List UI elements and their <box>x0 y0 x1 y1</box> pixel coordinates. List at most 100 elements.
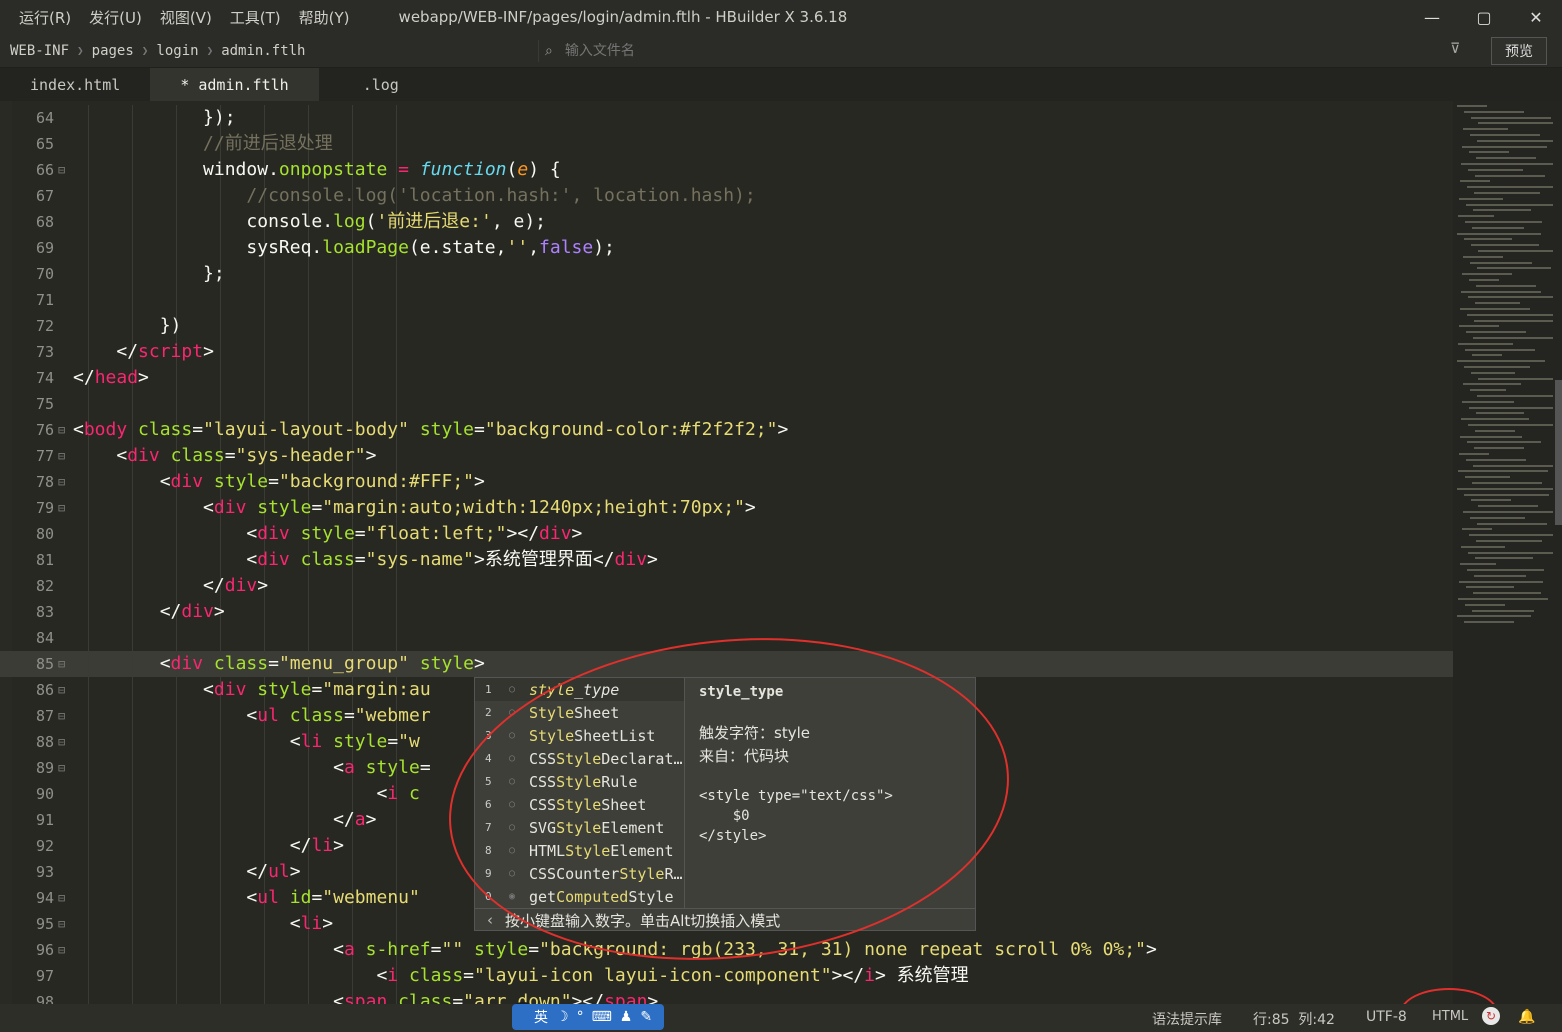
minimap-line <box>1476 284 1536 287</box>
indent-guide <box>352 391 353 417</box>
cursor-position[interactable]: 行:85 列:42 <box>1253 1009 1335 1029</box>
line-number: 73 <box>35 343 54 361</box>
code-line[interactable]: 66 ⊟ window.onpopstate = function(e) { <box>0 157 1453 183</box>
line-number: 98 <box>35 993 54 1004</box>
fold-toggle-icon[interactable]: ⊟ <box>58 157 65 183</box>
breadcrumb-item[interactable]: admin.ftlh <box>221 43 305 59</box>
code-line[interactable]: 83 </div> <box>0 599 1453 625</box>
minimize-button[interactable]: — <box>1406 0 1458 34</box>
fold-toggle-icon[interactable]: ⊟ <box>58 495 65 521</box>
tab-admin-ftlh[interactable]: * admin.ftlh <box>150 68 319 101</box>
breadcrumb-item[interactable]: WEB-INF <box>10 43 69 59</box>
close-button[interactable]: ✕ <box>1510 0 1562 34</box>
indent-guide <box>396 573 397 599</box>
code-line[interactable]: 67 //console.log('location.hash:', locat… <box>0 183 1453 209</box>
menu-publish[interactable]: 发行(U) <box>80 7 151 28</box>
code-line[interactable]: 77 ⊟ <div class="sys-header"> <box>0 443 1453 469</box>
sync-icon[interactable]: ↻ <box>1482 1007 1500 1025</box>
code-line[interactable]: 98 <span class="arr_down"></span> <box>0 989 1453 1004</box>
maximize-button[interactable]: ▢ <box>1458 0 1510 34</box>
code-line[interactable]: 70 }; <box>0 261 1453 287</box>
tab-log[interactable]: .log <box>319 68 429 101</box>
minimap[interactable] <box>1453 101 1562 1004</box>
line-number: 75 <box>35 395 54 413</box>
menu-view[interactable]: 视图(V) <box>151 7 221 28</box>
fold-toggle-icon[interactable]: ⊟ <box>58 937 65 963</box>
code-line[interactable]: 64 }); <box>0 105 1453 131</box>
code-text: <i c <box>376 783 420 804</box>
code-text: </div> <box>159 601 225 622</box>
code-line[interactable]: 76 ⊟ <body class="layui-layout-body" style… <box>0 417 1453 443</box>
code-line[interactable]: 74 </head> <box>0 365 1453 391</box>
indent-guide <box>352 833 353 859</box>
code-text: </script> <box>116 341 214 362</box>
indent-guide <box>352 911 353 937</box>
code-line[interactable]: 73 </script> <box>0 339 1453 365</box>
title-bar: 运行(R) 发行(U) 视图(V) 工具(T) 帮助(Y) webapp/WEB… <box>0 0 1562 34</box>
indent-guide <box>308 391 309 417</box>
code-line[interactable]: 82 </div> <box>0 573 1453 599</box>
file-search-input[interactable] <box>564 43 965 59</box>
preview-button[interactable]: 预览 <box>1491 37 1547 65</box>
indent-guide <box>308 261 309 287</box>
language-mode[interactable]: HTML <box>1432 1009 1468 1024</box>
minimap-line <box>1460 563 1496 566</box>
code-line[interactable]: 79 ⊟ <div style="margin:auto;width:1240px… <box>0 495 1453 521</box>
code-line[interactable]: 71 <box>0 287 1453 313</box>
code-text: <div style="margin:auto;width:1240px;hei… <box>203 497 756 518</box>
menu-help[interactable]: 帮助(Y) <box>290 7 359 28</box>
minimap-line <box>1474 447 1524 450</box>
code-line[interactable]: 78 ⊟ <div style="background:#FFF;"> <box>0 469 1453 495</box>
encoding-indicator[interactable]: UTF-8 <box>1366 1009 1407 1025</box>
code-line[interactable]: 69 sysReq.loadPage(e.state,'',false); <box>0 235 1453 261</box>
fold-toggle-icon[interactable]: ⊟ <box>58 651 65 677</box>
code-line[interactable]: 80 <div style="float:left;"></div> <box>0 521 1453 547</box>
breadcrumb-item[interactable]: pages <box>92 43 134 59</box>
line-number: 83 <box>35 603 54 621</box>
minimap-line <box>1474 192 1540 194</box>
chevron-left-icon[interactable]: ‹ <box>475 911 505 929</box>
fold-toggle-icon[interactable]: ⊟ <box>58 911 65 937</box>
fold-toggle-icon[interactable]: ⊟ <box>58 443 65 469</box>
fold-toggle-icon[interactable]: ⊟ <box>58 755 65 781</box>
indent-guide <box>220 287 221 313</box>
status-bar: 语法提示库 行:85 列:42 UTF-8 HTML ↻ 🔔 <box>0 1004 1562 1032</box>
code-line[interactable]: 68 console.log('前进后退e:', e); <box>0 209 1453 235</box>
code-line[interactable]: 65 //前进后退处理 <box>0 131 1453 157</box>
minimap-line <box>1458 342 1513 345</box>
keyboard-icon[interactable]: ⌨ <box>592 1009 612 1025</box>
code-line[interactable]: 81 <div class="sys-name">系统管理界面</div> <box>0 547 1453 573</box>
menu-run[interactable]: 运行(R) <box>10 7 80 28</box>
fold-toggle-icon[interactable]: ⊟ <box>58 417 65 443</box>
wrench-icon[interactable]: ✎ <box>640 1009 652 1025</box>
scrollbar-thumb[interactable] <box>1555 380 1562 525</box>
minimap-line <box>1462 400 1514 403</box>
line-number: 81 <box>35 551 54 569</box>
ime-toolbar[interactable]: 英 ☽ ° ⌨ ♟ ✎ <box>512 1004 664 1030</box>
filter-icon[interactable]: ⊽ <box>1450 41 1460 57</box>
fold-toggle-icon[interactable]: ⊟ <box>58 703 65 729</box>
indent-guide <box>352 313 353 339</box>
fold-toggle-icon[interactable]: ⊟ <box>58 677 65 703</box>
code-line[interactable]: 75 <box>0 391 1453 417</box>
user-icon[interactable]: ♟ <box>620 1009 633 1025</box>
punctuation-icon[interactable]: ° <box>577 1009 584 1025</box>
code-line[interactable]: 72 }) <box>0 313 1453 339</box>
moon-icon[interactable]: ☽ <box>556 1009 569 1025</box>
fold-toggle-icon[interactable]: ⊟ <box>58 729 65 755</box>
indent-guide <box>396 261 397 287</box>
fold-toggle-icon[interactable]: ⊟ <box>58 885 65 911</box>
minimap-line <box>1472 482 1542 484</box>
indent-guide <box>396 287 397 313</box>
syntax-library-button[interactable]: 语法提示库 <box>1152 1009 1222 1029</box>
menu-tools[interactable]: 工具(T) <box>221 7 290 28</box>
minimap-line <box>1466 203 1553 206</box>
item-number: 2 <box>485 706 492 719</box>
ime-language[interactable]: 英 <box>534 1007 548 1027</box>
bell-icon[interactable]: 🔔 <box>1518 1009 1535 1025</box>
fold-toggle-icon[interactable]: ⊟ <box>58 469 65 495</box>
tab-index-html[interactable]: index.html <box>0 68 150 101</box>
line-number: 82 <box>35 577 54 595</box>
code-line[interactable]: 97 <i class="layui-icon layui-icon-compo… <box>0 963 1453 989</box>
breadcrumb-item[interactable]: login <box>156 43 198 59</box>
